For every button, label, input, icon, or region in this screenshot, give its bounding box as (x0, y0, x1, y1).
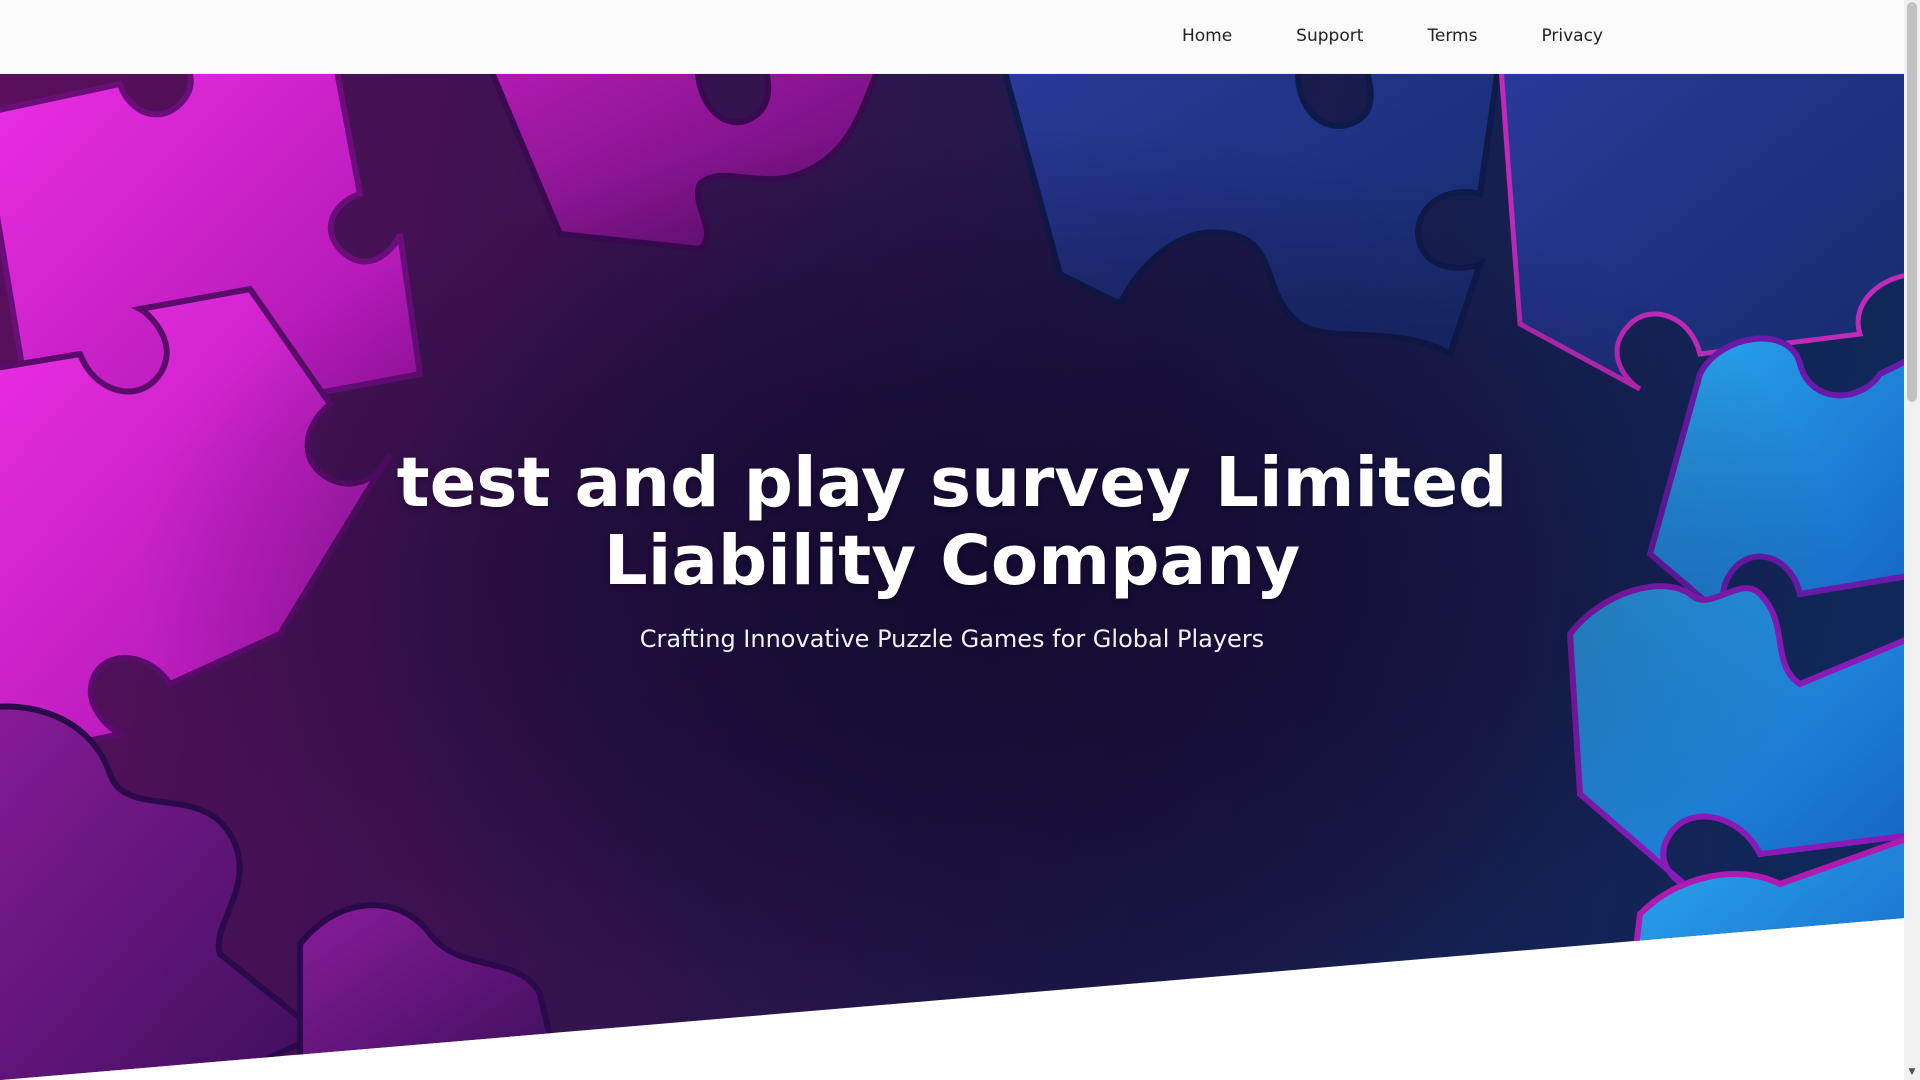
hero-section: test and play survey Limited Liability C… (0, 74, 1904, 1080)
nav-link-terms[interactable]: Terms (1395, 0, 1509, 73)
nav-link-support[interactable]: Support (1264, 0, 1395, 73)
site-header: Home Support Terms Privacy (0, 0, 1904, 74)
scrollbar-thumb[interactable] (1907, 2, 1917, 402)
chevron-down-icon[interactable]: ▼ (1904, 1064, 1920, 1080)
page-scrollbar[interactable]: ▼ (1904, 0, 1920, 1080)
main-nav: Home Support Terms Privacy (1150, 0, 1603, 73)
nav-link-home[interactable]: Home (1150, 0, 1264, 73)
hero-content: test and play survey Limited Liability C… (0, 74, 1904, 1080)
hero-subtitle: Crafting Innovative Puzzle Games for Glo… (639, 625, 1265, 653)
nav-link-privacy[interactable]: Privacy (1509, 0, 1603, 73)
hero-title: test and play survey Limited Liability C… (396, 443, 1508, 601)
page: Home Support Terms Privacy test and play… (0, 0, 1920, 1080)
